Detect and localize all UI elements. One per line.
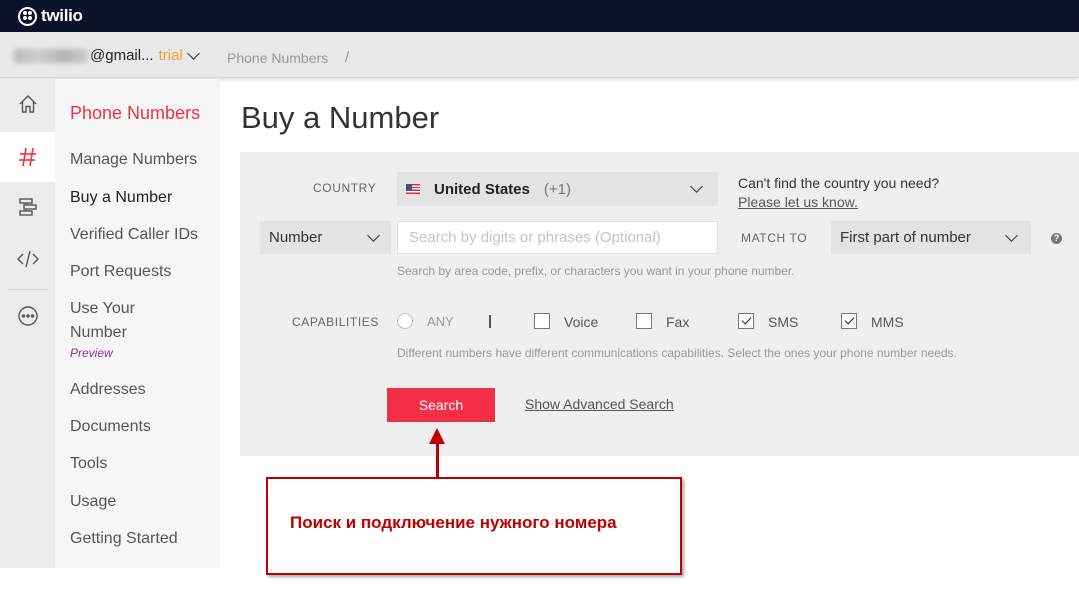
search-type-value: Number (269, 229, 323, 246)
account-bar: @gmail... trial Phone Numbers / (0, 32, 1079, 78)
page-title: Buy a Number (241, 100, 440, 135)
capability-fax-checkbox[interactable] (636, 313, 652, 329)
search-button[interactable]: Search (387, 388, 495, 422)
rail-divider (8, 289, 48, 290)
sidebar-item-use-your-number[interactable]: Use Your (70, 300, 135, 318)
twilio-logo-icon (18, 6, 37, 26)
country-select[interactable]: United States (+1) (397, 172, 718, 206)
sidebar-item-buy-a-number[interactable]: Buy a Number (70, 189, 172, 207)
twilio-logo[interactable]: twilio (18, 6, 83, 26)
search-type-select[interactable]: Number (260, 221, 391, 254)
rail-more[interactable] (0, 291, 55, 341)
us-flag-icon (406, 184, 420, 194)
breadcrumb[interactable]: Phone Numbers (227, 50, 328, 66)
icon-rail (0, 79, 55, 568)
country-help-link[interactable]: Please let us know. (738, 194, 858, 210)
sidebar-item-tools[interactable]: Tools (70, 455, 107, 473)
sidebar-item-manage-numbers[interactable]: Manage Numbers (70, 151, 197, 169)
capability-voice-checkbox[interactable] (534, 313, 550, 329)
chevron-down-icon (1005, 229, 1018, 242)
country-help-text: Can't find the country you need? (738, 175, 940, 191)
country-code: (+1) (543, 180, 571, 198)
top-nav-bar: twilio (0, 0, 1079, 32)
rail-developer[interactable] (0, 234, 55, 284)
country-label: COUNTRY (313, 181, 377, 195)
redacted-username (14, 48, 88, 63)
capability-fax-label: Fax (666, 314, 690, 330)
help-icon[interactable]: ? (1051, 233, 1062, 244)
sidebar-item-documents[interactable]: Documents (70, 418, 151, 436)
search-input[interactable] (397, 221, 718, 254)
capabilities-hint: Different numbers have different communi… (397, 346, 957, 360)
capability-sms-label: SMS (768, 314, 799, 330)
account-switcher[interactable]: @gmail... trial (14, 46, 200, 64)
rail-home[interactable] (0, 79, 55, 129)
match-to-select[interactable]: First part of number (831, 221, 1031, 254)
chevron-down-icon (690, 180, 703, 193)
plan-badge: trial (158, 47, 183, 64)
sidebar-item-usage[interactable]: Usage (70, 493, 116, 511)
chevron-down-icon (186, 46, 200, 60)
breadcrumb-separator: / (345, 49, 350, 66)
advanced-search-link[interactable]: Show Advanced Search (525, 396, 674, 412)
sidebar-item-port-requests[interactable]: Port Requests (70, 263, 171, 281)
match-to-value: First part of number (840, 229, 971, 246)
home-icon (19, 95, 36, 113)
more-icon (17, 306, 38, 326)
capability-separator (489, 315, 491, 328)
annotation-arrow-shaft (436, 441, 439, 477)
account-email: @gmail... (90, 47, 154, 64)
sidebar-title[interactable]: Phone Numbers (70, 103, 200, 124)
flow-icon (18, 198, 37, 216)
annotation-text: Поиск и подключение нужного номера (290, 513, 617, 532)
capability-mms-label: MMS (871, 314, 904, 330)
sidebar-item-addresses[interactable]: Addresses (70, 381, 146, 399)
capability-any-radio[interactable] (397, 313, 413, 329)
sidebar-item-use-your-number-line2[interactable]: Number (70, 324, 127, 342)
search-hint: Search by area code, prefix, or characte… (397, 264, 795, 278)
sidebar-item-verified-caller-ids[interactable]: Verified Caller IDs (70, 226, 198, 244)
code-icon (16, 250, 39, 268)
capability-mms-checkbox[interactable] (841, 313, 857, 329)
rail-studio[interactable] (0, 182, 55, 232)
capability-voice-label: Voice (564, 314, 599, 330)
logo-text: twilio (41, 6, 83, 25)
match-to-label: MATCH TO (741, 231, 808, 245)
capabilities-label: CAPABILITIES (292, 315, 380, 329)
chevron-down-icon (367, 229, 380, 242)
capability-sms-checkbox[interactable] (738, 313, 754, 329)
rail-phone-numbers[interactable] (0, 132, 55, 182)
sidebar: Phone Numbers Manage Numbers Buy a Numbe… (55, 79, 220, 568)
sidebar-item-getting-started[interactable]: Getting Started (70, 530, 178, 548)
capability-any-label: ANY (427, 314, 454, 329)
country-name: United States (434, 180, 530, 198)
annotation-callout: Поиск и подключение нужного номера (266, 477, 682, 575)
hash-icon (18, 147, 36, 167)
preview-badge: Preview (70, 346, 113, 360)
